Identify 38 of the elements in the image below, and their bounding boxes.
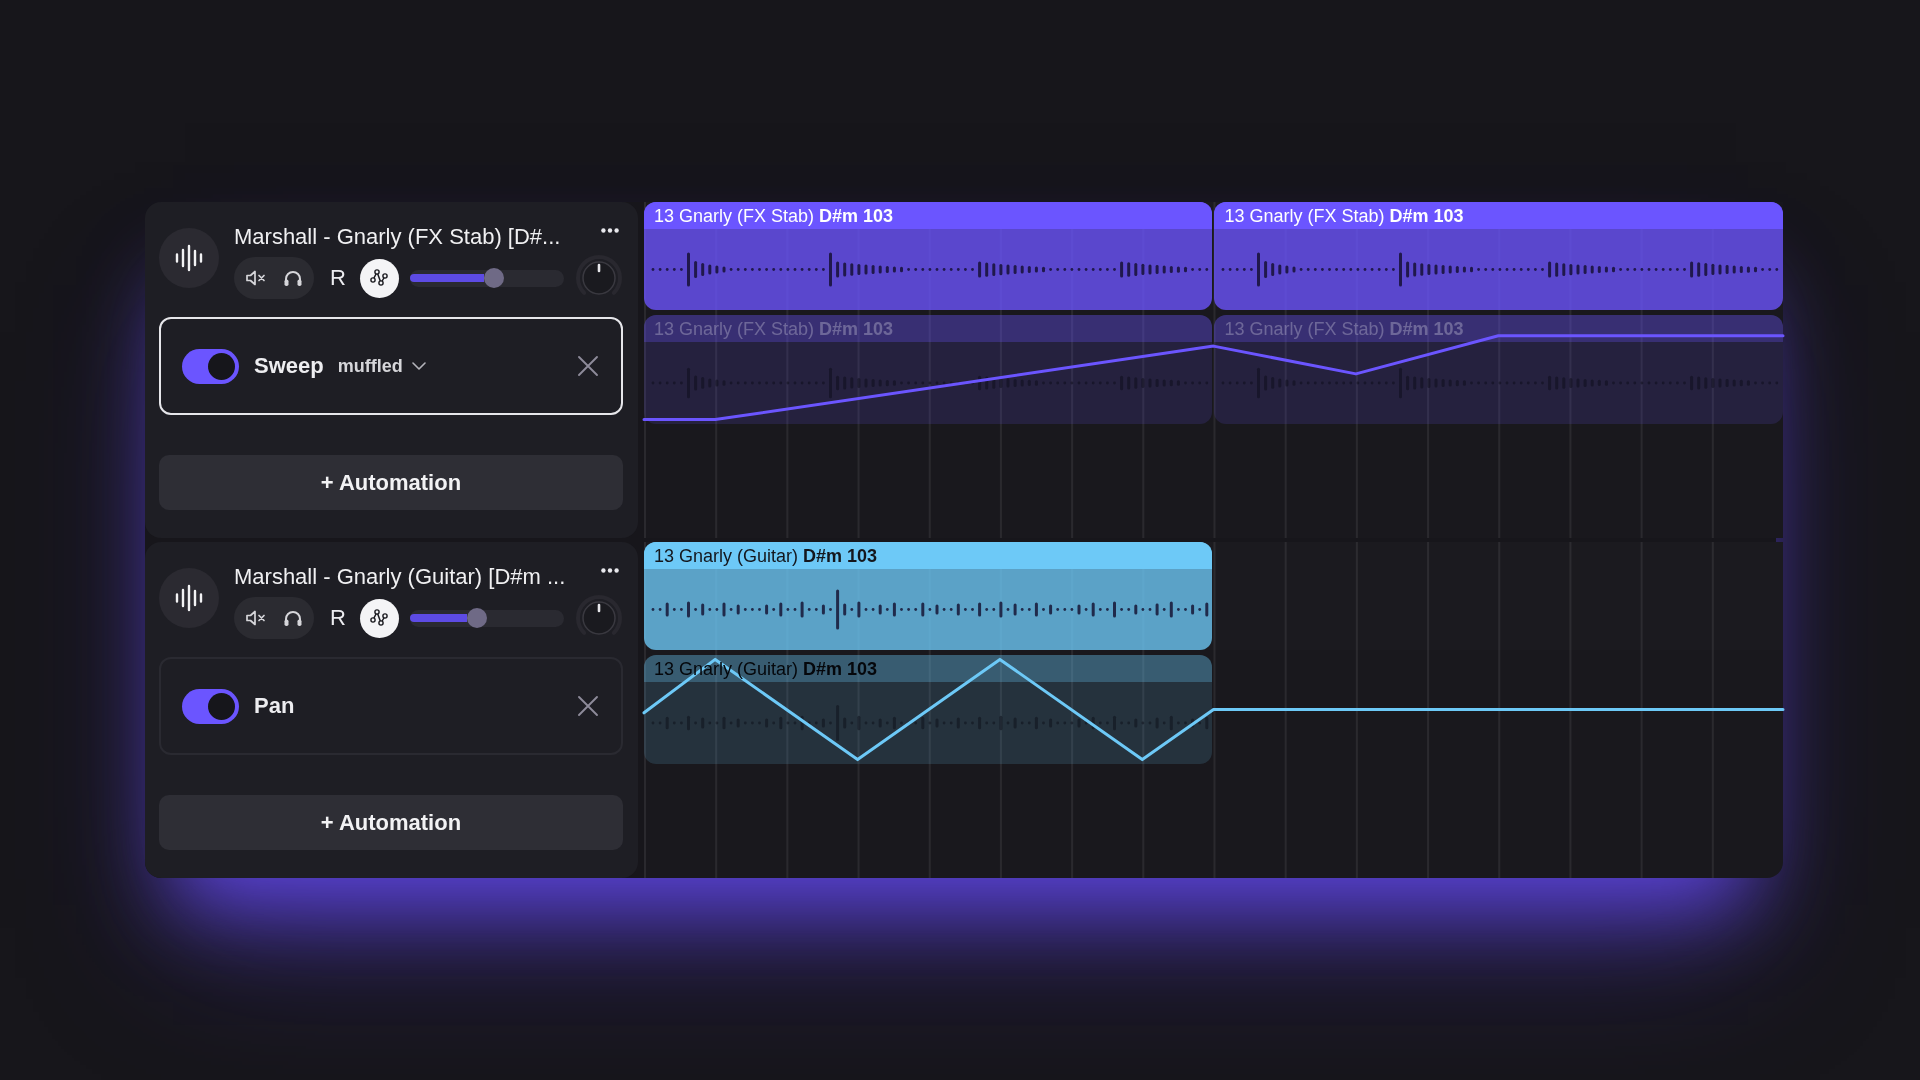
node-graph-icon: [369, 608, 390, 628]
toggle-switch[interactable]: [182, 348, 239, 384]
clip-title: 13 Gnarly (FX Stab) D#m 103: [653, 204, 893, 227]
chevron-down-icon: [411, 362, 426, 370]
waveform-icon: [159, 228, 219, 288]
record-button[interactable]: R: [330, 265, 346, 291]
automation-button[interactable]: [359, 258, 399, 298]
automation-button[interactable]: [359, 598, 399, 638]
clip-title: 13 Gnarly (Guitar) D#m 103: [653, 544, 877, 567]
slider-thumb[interactable]: [483, 268, 504, 288]
mute-icon[interactable]: [245, 269, 267, 287]
more-icon[interactable]: [600, 228, 619, 233]
headphones-icon[interactable]: [283, 609, 303, 627]
close-icon[interactable]: [576, 355, 599, 377]
automation-row[interactable]: Pan: [159, 657, 623, 755]
volume-slider[interactable]: [409, 609, 564, 627]
track-name: Marshall - Gnarly (FX Stab) [D#...: [234, 224, 561, 250]
clip-title: 13 Gnarly (FX Stab) D#m 103: [1224, 204, 1464, 227]
toggle-switch[interactable]: [182, 688, 239, 724]
track-name: Marshall - Gnarly (Guitar) [D#m ...: [234, 564, 566, 590]
automation-name: Pan: [254, 693, 295, 719]
record-button[interactable]: R: [330, 605, 346, 631]
more-icon[interactable]: [600, 568, 619, 573]
node-graph-icon: [369, 268, 390, 288]
audio-clip[interactable]: 13 Gnarly (FX Stab) D#m 103: [643, 202, 1213, 310]
add-automation-button[interactable]: + Automation: [159, 455, 623, 510]
audio-clip[interactable]: 13 Gnarly (Guitar) D#m 103: [643, 542, 1213, 650]
preset-dropdown[interactable]: muffled: [337, 355, 426, 377]
waveform-icon: [159, 568, 219, 628]
automation-row[interactable]: Sweep muffled: [159, 317, 623, 415]
audio-clip[interactable]: 13 Gnarly (FX Stab) D#m 103: [1214, 202, 1783, 310]
headphones-icon[interactable]: [283, 269, 303, 287]
volume-slider[interactable]: [409, 269, 564, 287]
close-icon[interactable]: [576, 695, 599, 717]
add-automation-button[interactable]: + Automation: [159, 795, 623, 850]
automation-name: Sweep: [254, 353, 324, 379]
mute-icon[interactable]: [245, 609, 267, 627]
slider-thumb[interactable]: [466, 608, 487, 628]
